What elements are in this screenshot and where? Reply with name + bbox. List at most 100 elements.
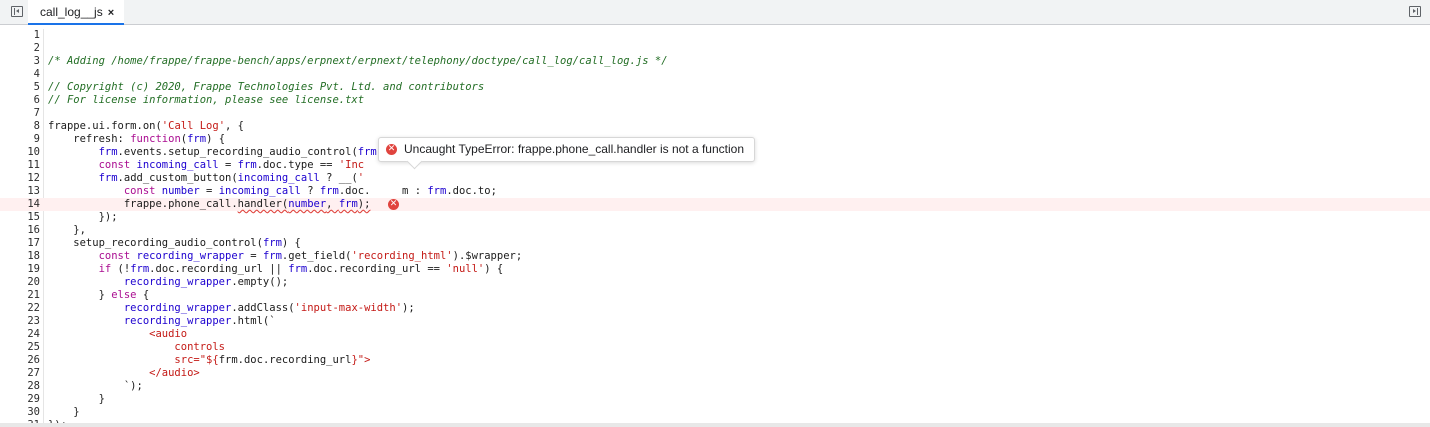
code-token: , bbox=[326, 198, 339, 210]
code-line: 19 if (!frm.doc.recording_url || frm.doc… bbox=[0, 263, 1430, 276]
code-token: frm bbox=[130, 263, 150, 275]
code-token: frm bbox=[187, 133, 207, 145]
code-text: frappe.ui.form.on('Call Log', { bbox=[48, 120, 244, 133]
code-token: const bbox=[98, 250, 131, 262]
code-token: // Copyright (c) 2020, Frappe Technologi… bbox=[48, 81, 485, 93]
code-text: recording_wrapper.addClass('input-max-wi… bbox=[48, 302, 415, 315]
code-token: `); bbox=[48, 380, 143, 392]
line-number[interactable]: 23 bbox=[0, 315, 40, 328]
code-token: frm bbox=[319, 185, 339, 197]
code-token: recording_wrapper bbox=[123, 315, 232, 327]
line-number[interactable]: 27 bbox=[0, 367, 40, 380]
code-text: recording_wrapper.html(` bbox=[48, 315, 276, 328]
code-token: if bbox=[98, 263, 112, 275]
line-number[interactable]: 29 bbox=[0, 393, 40, 406]
code-token: ? __( bbox=[319, 172, 358, 184]
line-number[interactable]: 14 bbox=[0, 198, 40, 211]
line-number[interactable]: 17 bbox=[0, 237, 40, 250]
line-number[interactable]: 24 bbox=[0, 328, 40, 341]
code-text: </audio> bbox=[48, 367, 200, 380]
code-token: handler( bbox=[237, 198, 289, 210]
line-number[interactable]: 28 bbox=[0, 380, 40, 393]
line-number[interactable]: 2 bbox=[0, 42, 40, 55]
horizontal-scrollbar[interactable] bbox=[0, 423, 1430, 427]
code-token: : bbox=[408, 185, 428, 197]
line-number[interactable]: 26 bbox=[0, 354, 40, 367]
code-editor[interactable]: 1 2 3/* Adding /home/frappe/frappe-bench/a… bbox=[0, 29, 1430, 427]
code-text: } bbox=[48, 393, 105, 406]
code-text: const recording_wrapper = frm.get_field(… bbox=[48, 250, 523, 263]
code-text: frm.events.setup_recording_audio_control… bbox=[48, 146, 390, 159]
line-number[interactable]: 16 bbox=[0, 224, 40, 237]
code-token: ); bbox=[402, 302, 415, 314]
line-number[interactable]: 5 bbox=[0, 81, 40, 94]
debugger-sidebar-toggle-icon[interactable] bbox=[1409, 6, 1421, 17]
code-token: setup_recording_audio_control( bbox=[48, 237, 263, 249]
line-number[interactable]: 20 bbox=[0, 276, 40, 289]
code-token: 'Inc bbox=[338, 159, 365, 171]
code-token: .add_custom_button( bbox=[117, 172, 238, 184]
code-token: </audio> bbox=[48, 367, 200, 379]
error-x-icon: ✕ bbox=[386, 144, 397, 155]
code-line: 4 bbox=[0, 68, 1430, 81]
code-token: const bbox=[98, 159, 131, 171]
code-line: 13 const number = incoming_call ? frm.do… bbox=[0, 185, 1430, 198]
code-token: }); bbox=[48, 211, 118, 223]
line-number[interactable]: 25 bbox=[0, 341, 40, 354]
line-number[interactable]: 19 bbox=[0, 263, 40, 276]
line-number[interactable]: 21 bbox=[0, 289, 40, 302]
line-number[interactable]: 18 bbox=[0, 250, 40, 263]
code-line: 25 controls bbox=[0, 341, 1430, 354]
code-token: incoming_call bbox=[136, 159, 219, 171]
code-token: ) { bbox=[281, 237, 301, 249]
code-token: recording_wrapper bbox=[123, 276, 232, 288]
code-line: 7 bbox=[0, 107, 1430, 120]
sidebar-toggle-icon[interactable] bbox=[11, 6, 23, 17]
line-number[interactable]: 11 bbox=[0, 159, 40, 172]
line-number[interactable]: 6 bbox=[0, 94, 40, 107]
line-number[interactable]: 4 bbox=[0, 68, 40, 81]
line-number[interactable]: 22 bbox=[0, 302, 40, 315]
code-lines: 1 2 3/* Adding /home/frappe/frappe-bench/a… bbox=[0, 29, 1430, 427]
code-token: frappe.ui.form.on( bbox=[48, 120, 162, 132]
code-line: 16 }, bbox=[0, 224, 1430, 237]
code-text: const incoming_call = frm.doc.type == 'I… bbox=[48, 159, 365, 172]
code-line: 6 // For license information, please see … bbox=[0, 94, 1430, 107]
code-line: 29 } bbox=[0, 393, 1430, 406]
code-token: .doc.type == bbox=[256, 159, 339, 171]
code-token: frm bbox=[262, 250, 282, 262]
code-text: } bbox=[48, 406, 79, 419]
code-token: frm bbox=[338, 198, 358, 210]
code-line: 30 } bbox=[0, 406, 1430, 419]
code-token: frm bbox=[237, 159, 257, 171]
error-x-icon[interactable]: ✕ bbox=[388, 199, 399, 210]
line-number[interactable]: 10 bbox=[0, 146, 40, 159]
line-number[interactable]: 8 bbox=[0, 120, 40, 133]
code-token: controls bbox=[48, 341, 226, 353]
line-number[interactable]: 1 bbox=[0, 29, 40, 42]
line-number[interactable]: 30 bbox=[0, 406, 40, 419]
line-number[interactable]: 12 bbox=[0, 172, 40, 185]
code-line: 3 /* Adding /home/frappe/frappe-bench/app… bbox=[0, 55, 1430, 68]
code-text: const number = incoming_call ? frm.doc. … bbox=[48, 185, 497, 198]
code-line: 1 bbox=[0, 29, 1430, 42]
line-number[interactable]: 7 bbox=[0, 107, 40, 120]
close-icon[interactable]: × bbox=[108, 1, 114, 25]
code-token: ).$wrapper; bbox=[452, 250, 523, 262]
tab-call-log-js[interactable]: call_log__js × bbox=[28, 0, 125, 25]
line-number[interactable]: 3 bbox=[0, 55, 40, 68]
line-number[interactable]: 9 bbox=[0, 133, 40, 146]
code-text: setup_recording_audio_control(frm) { bbox=[48, 237, 301, 250]
code-token: incoming_call bbox=[218, 185, 301, 197]
code-line: 27 </audio> bbox=[0, 367, 1430, 380]
code-token: 'null' bbox=[446, 263, 485, 275]
code-token: }, bbox=[48, 224, 86, 236]
line-number[interactable]: 15 bbox=[0, 211, 40, 224]
line-number[interactable]: 13 bbox=[0, 185, 40, 198]
code-text: frappe.phone_call.handler(number, frm); bbox=[48, 198, 371, 211]
error-tooltip: ✕ Uncaught TypeError: frappe.phone_call.… bbox=[378, 137, 755, 170]
